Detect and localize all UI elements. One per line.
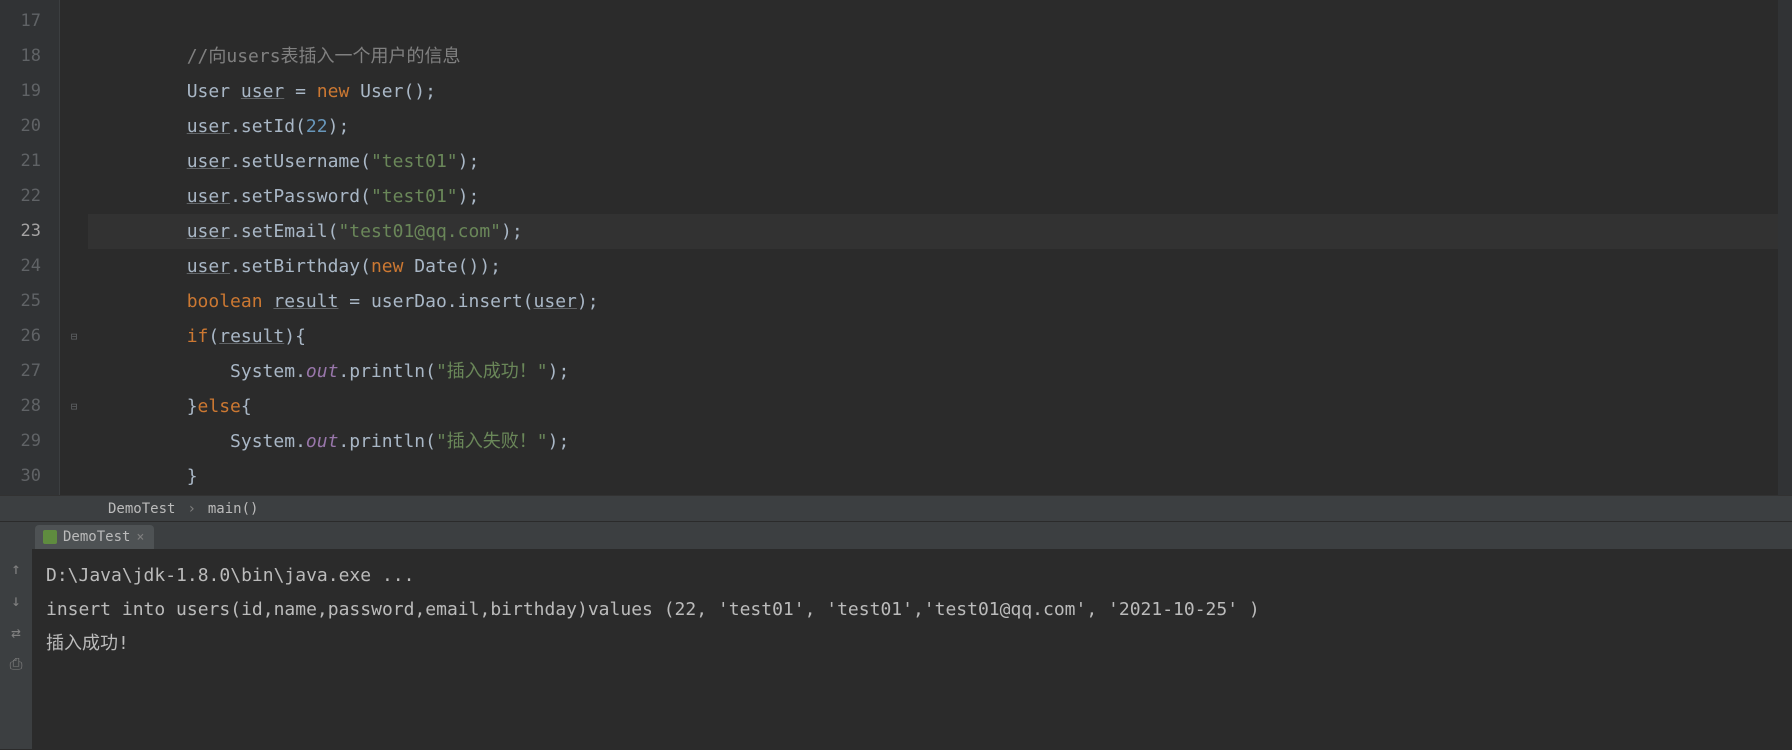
fold-marker — [60, 4, 88, 39]
console-output[interactable]: D:\Java\jdk-1.8.0\bin\java.exe ...insert… — [32, 549, 1792, 749]
console-toolbar: ↑ ↓ ⇄ ⎙ — [0, 549, 32, 749]
line-number: 24 — [0, 249, 59, 284]
line-number-gutter: 1718192021222324252627282930 — [0, 0, 60, 495]
console-tab-demotest[interactable]: DemoTest × — [35, 525, 154, 549]
print-icon[interactable]: ⎙ — [7, 655, 25, 673]
scroll-up-icon[interactable]: ↑ — [7, 559, 25, 577]
code-line[interactable]: user.setUsername("test01"); — [88, 144, 1792, 179]
line-number: 17 — [0, 4, 59, 39]
code-line[interactable]: user.setId(22); — [88, 109, 1792, 144]
code-line[interactable]: user.setPassword("test01"); — [88, 179, 1792, 214]
code-line[interactable]: user.setBirthday(new Date()); — [88, 249, 1792, 284]
code-line[interactable]: //向users表插入一个用户的信息 — [88, 39, 1792, 74]
line-number: 20 — [0, 109, 59, 144]
console-line: D:\Java\jdk-1.8.0\bin\java.exe ... — [46, 559, 1778, 593]
code-line[interactable]: User user = new User(); — [88, 74, 1792, 109]
run-config-icon — [43, 530, 57, 544]
code-line[interactable] — [88, 4, 1792, 39]
fold-marker — [60, 109, 88, 144]
line-number: 22 — [0, 179, 59, 214]
fold-marker — [60, 354, 88, 389]
line-number: 18 — [0, 39, 59, 74]
code-editor[interactable]: 1718192021222324252627282930 ⊟⊟ //向users… — [0, 0, 1792, 495]
line-number: 29 — [0, 424, 59, 459]
line-number: 30 — [0, 459, 59, 494]
code-line[interactable]: System.out.println("插入失败！"); — [88, 424, 1792, 459]
code-line[interactable]: } — [88, 459, 1792, 494]
console-tab-bar: DemoTest × — [0, 521, 1792, 549]
console-tab-label: DemoTest — [63, 529, 130, 545]
fold-marker — [60, 39, 88, 74]
scroll-down-icon[interactable]: ↓ — [7, 591, 25, 609]
line-number: 27 — [0, 354, 59, 389]
line-number: 28 — [0, 389, 59, 424]
line-number: 23 — [0, 214, 59, 249]
line-number: 21 — [0, 144, 59, 179]
fold-marker[interactable]: ⊟ — [60, 389, 88, 424]
line-number: 25 — [0, 284, 59, 319]
console-panel: ↑ ↓ ⇄ ⎙ D:\Java\jdk-1.8.0\bin\java.exe .… — [0, 549, 1792, 749]
fold-marker[interactable]: ⊟ — [60, 319, 88, 354]
code-line[interactable]: if(result){ — [88, 319, 1792, 354]
code-line[interactable]: boolean result = userDao.insert(user); — [88, 284, 1792, 319]
fold-marker — [60, 214, 88, 249]
fold-marker — [60, 459, 88, 494]
breadcrumb-bar: DemoTest › main() — [0, 495, 1792, 521]
code-line[interactable]: }else{ — [88, 389, 1792, 424]
soft-wrap-icon[interactable]: ⇄ — [7, 623, 25, 641]
breadcrumb-class[interactable]: DemoTest — [100, 501, 183, 517]
breadcrumb-method[interactable]: main() — [200, 501, 267, 517]
close-icon[interactable]: × — [136, 530, 144, 545]
fold-marker — [60, 424, 88, 459]
fold-gutter: ⊟⊟ — [60, 0, 88, 495]
fold-marker — [60, 144, 88, 179]
code-line[interactable]: System.out.println("插入成功！"); — [88, 354, 1792, 389]
line-number: 26 — [0, 319, 59, 354]
console-line: 插入成功! — [46, 627, 1778, 661]
code-area[interactable]: //向users表插入一个用户的信息 User user = new User(… — [88, 0, 1792, 495]
fold-marker — [60, 284, 88, 319]
line-number: 19 — [0, 74, 59, 109]
breadcrumb-separator: › — [183, 501, 199, 517]
fold-marker — [60, 249, 88, 284]
code-line[interactable]: user.setEmail("test01@qq.com"); — [88, 214, 1792, 249]
fold-marker — [60, 179, 88, 214]
fold-marker — [60, 74, 88, 109]
minimap[interactable] — [1778, 0, 1792, 495]
console-line: insert into users(id,name,password,email… — [46, 593, 1778, 627]
